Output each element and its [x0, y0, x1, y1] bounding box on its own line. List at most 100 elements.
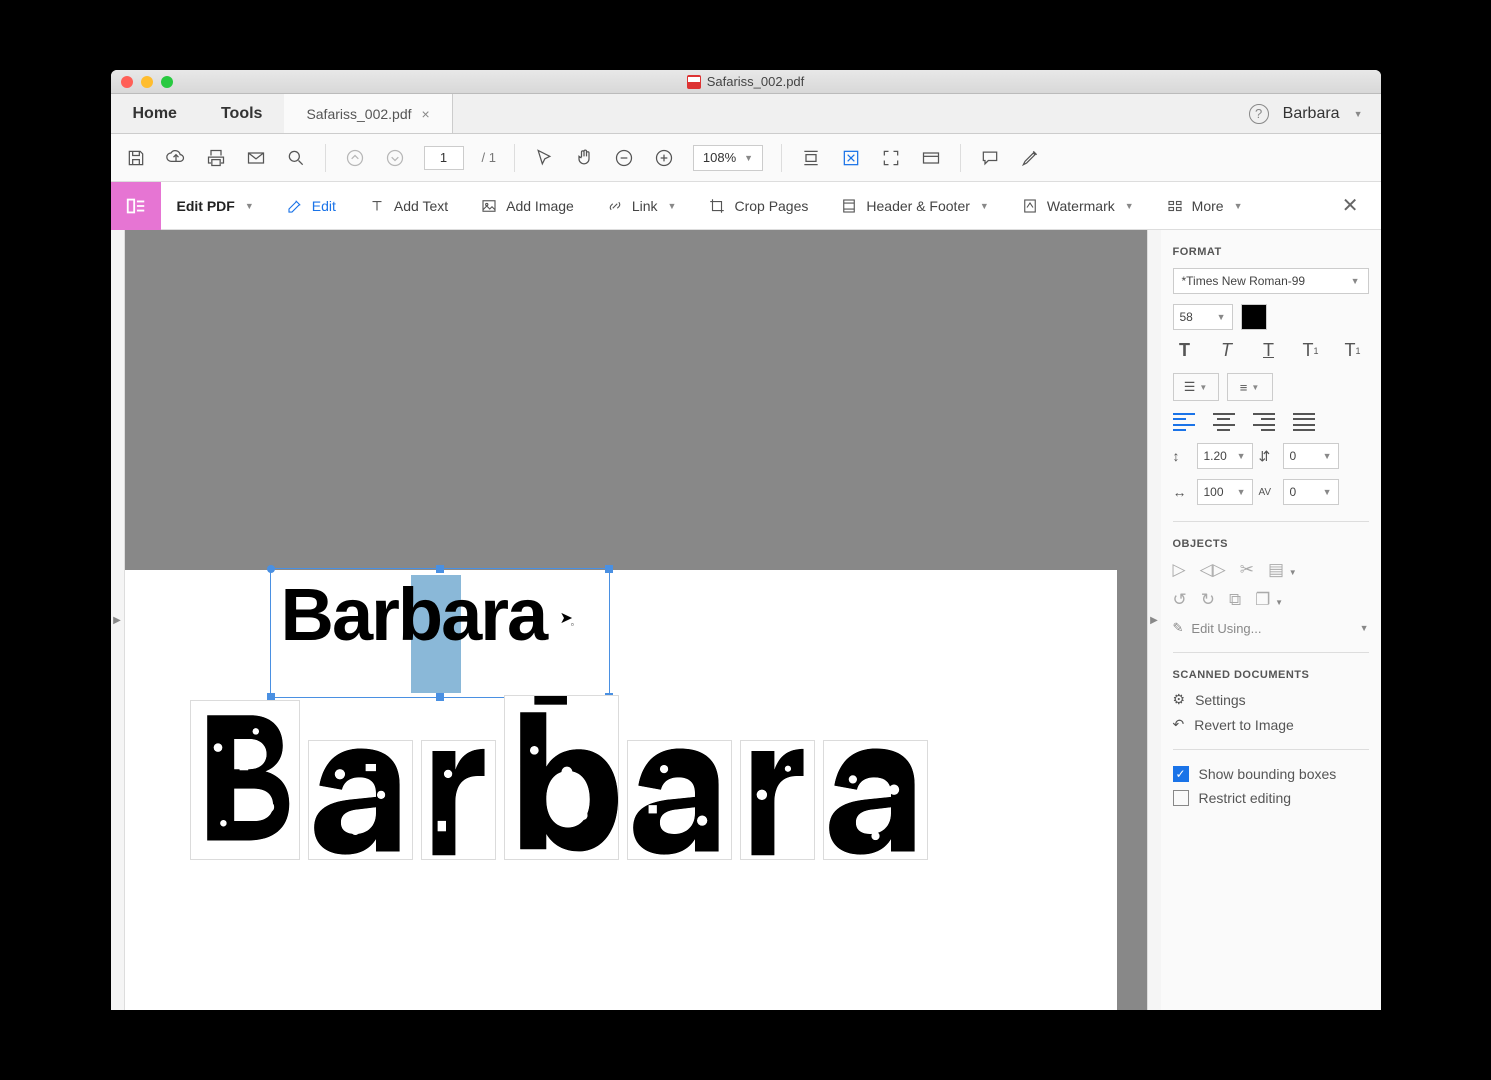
- crop-object-icon[interactable]: ✂: [1240, 560, 1254, 580]
- selection-box[interactable]: Barbara: [270, 568, 610, 698]
- scanned-settings[interactable]: ⚙ Settings: [1173, 691, 1369, 708]
- align-objects-icon[interactable]: ▤ ▼: [1268, 560, 1297, 580]
- app-tabs: Home Tools Safariss_002.pdf × ? Barbara …: [111, 94, 1381, 134]
- more-tool[interactable]: More▼: [1150, 182, 1259, 230]
- link-tool[interactable]: Link▼: [590, 182, 693, 230]
- restrict-label: Restrict editing: [1199, 790, 1292, 806]
- page-number-input[interactable]: 1: [424, 146, 464, 170]
- save-icon[interactable]: [125, 147, 147, 169]
- add-text-tool[interactable]: Add Text: [352, 182, 464, 230]
- left-panel-toggle[interactable]: ▶: [111, 230, 125, 1010]
- document-tab[interactable]: Safariss_002.pdf ×: [284, 94, 452, 133]
- align-justify-button[interactable]: [1293, 413, 1315, 431]
- format-heading: FORMAT: [1173, 246, 1369, 258]
- more-label: More: [1192, 198, 1224, 214]
- superscript-button[interactable]: T1: [1299, 340, 1323, 361]
- hand-tool-icon[interactable]: [573, 147, 595, 169]
- page-down-icon[interactable]: [384, 147, 406, 169]
- pdf-file-icon: [687, 75, 701, 89]
- zoom-select[interactable]: 108% ▼: [693, 145, 763, 171]
- add-image-tool[interactable]: Add Image: [464, 182, 590, 230]
- close-tab-icon[interactable]: ×: [422, 106, 430, 122]
- glyph-row: [190, 695, 928, 860]
- edit-using-label: Edit Using...: [1191, 621, 1261, 636]
- close-edit-panel-icon[interactable]: ✕: [1342, 193, 1381, 218]
- cloud-upload-icon[interactable]: [165, 147, 187, 169]
- editable-text[interactable]: Barbara: [281, 572, 547, 657]
- align-right-button[interactable]: [1253, 413, 1275, 431]
- horiz-scale-select[interactable]: 100▼: [1197, 479, 1253, 505]
- maximize-window-button[interactable]: [161, 76, 173, 88]
- edit-pdf-menu[interactable]: Edit PDF▼: [161, 182, 270, 230]
- format-panel: FORMAT *Times New Roman-99▼ 58▼ T T T T1…: [1161, 230, 1381, 1010]
- align-left-button[interactable]: [1173, 413, 1195, 431]
- glyph-box[interactable]: [504, 695, 619, 860]
- account-name[interactable]: Barbara: [1283, 105, 1340, 123]
- titlebar: Safariss_002.pdf: [111, 70, 1381, 94]
- numbered-list-button[interactable]: ≡ ▼: [1227, 373, 1273, 401]
- show-bounding-boxes-option[interactable]: ✓ Show bounding boxes: [1173, 766, 1369, 782]
- search-icon[interactable]: [285, 147, 307, 169]
- watermark-tool[interactable]: Watermark▼: [1005, 182, 1150, 230]
- glyph-box[interactable]: [190, 700, 300, 860]
- glyph-box[interactable]: [308, 740, 413, 860]
- flip-v-icon[interactable]: ▷: [1173, 560, 1186, 580]
- main-toolbar: 1 / 1 108% ▼: [111, 134, 1381, 182]
- arrange-icon[interactable]: ❐ ▼: [1255, 590, 1283, 610]
- edit-using-menu[interactable]: ✎ Edit Using... ▼: [1173, 620, 1369, 636]
- underline-button[interactable]: T: [1257, 340, 1281, 361]
- font-size-select[interactable]: 58▼: [1173, 304, 1233, 330]
- bold-button[interactable]: T: [1173, 340, 1197, 361]
- fullscreen-icon[interactable]: [880, 147, 902, 169]
- checkbox-unchecked-icon[interactable]: [1173, 790, 1189, 806]
- glyph-box[interactable]: [421, 740, 496, 860]
- line-height-select[interactable]: 1.20▼: [1197, 443, 1253, 469]
- right-panel-toggle[interactable]: ▶: [1147, 230, 1161, 1010]
- pencil-icon: ✎: [1173, 620, 1184, 636]
- char-spacing-select[interactable]: 0▼: [1283, 479, 1339, 505]
- font-select[interactable]: *Times New Roman-99▼: [1173, 268, 1369, 294]
- close-window-button[interactable]: [121, 76, 133, 88]
- help-icon[interactable]: ?: [1249, 104, 1269, 124]
- revert-to-image[interactable]: ↶ Revert to Image: [1173, 716, 1369, 733]
- zoom-in-icon[interactable]: [653, 147, 675, 169]
- revert-label: Revert to Image: [1194, 717, 1294, 733]
- checkbox-checked-icon[interactable]: ✓: [1173, 766, 1189, 782]
- glyph-box[interactable]: [740, 740, 815, 860]
- fit-width-icon[interactable]: [800, 147, 822, 169]
- glyph-box[interactable]: [823, 740, 928, 860]
- document-canvas[interactable]: Barbara ➤: [125, 230, 1147, 1010]
- rotate-cw-icon[interactable]: ↻: [1201, 590, 1215, 610]
- rotate-ccw-icon[interactable]: ↺: [1173, 590, 1187, 610]
- minimize-window-button[interactable]: [141, 76, 153, 88]
- highlight-icon[interactable]: [1019, 147, 1041, 169]
- objects-heading: OBJECTS: [1173, 538, 1369, 550]
- undo-icon: ↶: [1173, 716, 1185, 733]
- link-label: Link: [632, 198, 658, 214]
- para-spacing-select[interactable]: 0▼: [1283, 443, 1339, 469]
- tools-tab[interactable]: Tools: [199, 94, 284, 133]
- subscript-button[interactable]: T1: [1341, 340, 1365, 361]
- flip-h-icon[interactable]: ◁▷: [1200, 560, 1226, 580]
- comment-icon[interactable]: [979, 147, 1001, 169]
- zoom-out-icon[interactable]: [613, 147, 635, 169]
- italic-button[interactable]: T: [1215, 340, 1239, 361]
- page-up-icon[interactable]: [344, 147, 366, 169]
- fit-page-icon[interactable]: [840, 147, 862, 169]
- align-center-button[interactable]: [1213, 413, 1235, 431]
- pointer-tool-icon[interactable]: [533, 147, 555, 169]
- header-footer-tool[interactable]: Header & Footer▼: [824, 182, 1004, 230]
- email-icon[interactable]: [245, 147, 267, 169]
- account-dropdown-icon[interactable]: ▼: [1354, 109, 1363, 119]
- font-color-swatch[interactable]: [1241, 304, 1267, 330]
- crop-tool[interactable]: Crop Pages: [692, 182, 824, 230]
- crop-label: Crop Pages: [734, 198, 808, 214]
- print-icon[interactable]: [205, 147, 227, 169]
- read-mode-icon[interactable]: [920, 147, 942, 169]
- glyph-box[interactable]: [627, 740, 732, 860]
- replace-image-icon[interactable]: ⧉: [1229, 590, 1241, 610]
- restrict-editing-option[interactable]: Restrict editing: [1173, 790, 1369, 806]
- edit-tool[interactable]: Edit: [270, 182, 352, 230]
- home-tab[interactable]: Home: [111, 94, 199, 133]
- bullet-list-button[interactable]: ☰ ▼: [1173, 373, 1219, 401]
